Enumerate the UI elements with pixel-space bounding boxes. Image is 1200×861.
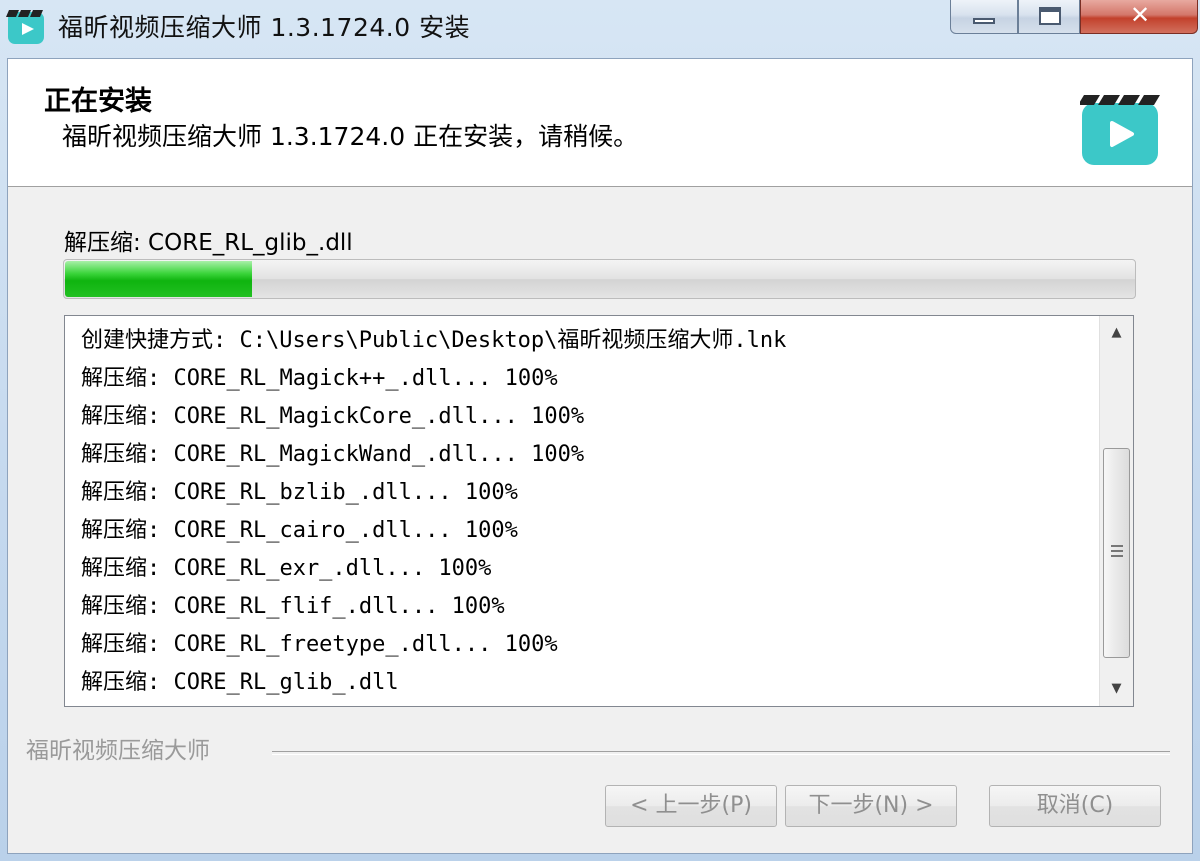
cancel-button[interactable]: 取消(C) [989, 785, 1161, 827]
log-line: 解压缩: CORE_RL_MagickCore_.dll... 100% [81, 404, 585, 429]
log-scrollbar[interactable]: ▲ ▼ [1099, 316, 1133, 706]
maximize-button[interactable] [1018, 0, 1080, 34]
scroll-down-arrow-icon[interactable]: ▼ [1100, 672, 1133, 706]
scroll-up-arrow-icon[interactable]: ▲ [1100, 316, 1133, 350]
log-line: 解压缩: CORE_RL_MagickWand_.dll... 100% [81, 442, 585, 467]
window-title: 福昕视频压缩大师 1.3.1724.0 安装 [58, 13, 471, 42]
footer-divider [272, 751, 1170, 755]
minimize-button[interactable] [950, 0, 1018, 34]
install-progress-bar [63, 259, 1136, 299]
log-line: 创建快捷方式: C:\Users\Public\Desktop\福昕视频压缩大师… [81, 328, 787, 353]
minimize-icon [973, 18, 995, 24]
install-log-list[interactable]: 创建快捷方式: C:\Users\Public\Desktop\福昕视频压缩大师… [64, 315, 1134, 707]
app-logo-icon [6, 10, 44, 44]
grip-icon [1111, 545, 1123, 557]
client-area: 正在安装 福昕视频压缩大师 1.3.1724.0 正在安装，请稍候。 解压缩: … [7, 58, 1193, 854]
log-line: 解压缩: CORE_RL_bzlib_.dll... 100% [81, 480, 518, 505]
title-bar[interactable]: 福昕视频压缩大师 1.3.1724.0 安装 ✕ [0, 0, 1200, 52]
close-button[interactable]: ✕ [1080, 0, 1198, 34]
back-button[interactable]: < 上一步(P) [605, 785, 777, 827]
page-header: 正在安装 福昕视频压缩大师 1.3.1724.0 正在安装，请稍候。 [8, 59, 1192, 187]
progress-fill [65, 261, 252, 297]
installer-window: 福昕视频压缩大师 1.3.1724.0 安装 ✕ 正在安装 福昕视频压缩大师 1… [0, 0, 1200, 861]
page-subtitle: 福昕视频压缩大师 1.3.1724.0 正在安装，请稍候。 [62, 122, 639, 151]
log-line: 解压缩: CORE_RL_glib_.dll [81, 670, 399, 695]
product-logo-icon [1080, 95, 1160, 165]
brand-label: 福昕视频压缩大师 [26, 738, 210, 764]
next-button[interactable]: 下一步(N) > [785, 785, 957, 827]
log-line: 解压缩: CORE_RL_flif_.dll... 100% [81, 594, 505, 619]
log-lines: 创建快捷方式: C:\Users\Public\Desktop\福昕视频压缩大师… [81, 322, 1093, 702]
page-title: 正在安装 [44, 86, 152, 117]
scroll-thumb[interactable] [1103, 448, 1130, 658]
log-line: 解压缩: CORE_RL_cairo_.dll... 100% [81, 518, 518, 543]
log-line: 解压缩: CORE_RL_Magick++_.dll... 100% [81, 366, 558, 391]
close-icon: ✕ [1129, 1, 1151, 29]
log-line: 解压缩: CORE_RL_exr_.dll... 100% [81, 556, 492, 581]
maximize-icon [1039, 7, 1061, 25]
current-action-label: 解压缩: CORE_RL_glib_.dll [64, 230, 353, 256]
log-line: 解压缩: CORE_RL_freetype_.dll... 100% [81, 632, 558, 657]
